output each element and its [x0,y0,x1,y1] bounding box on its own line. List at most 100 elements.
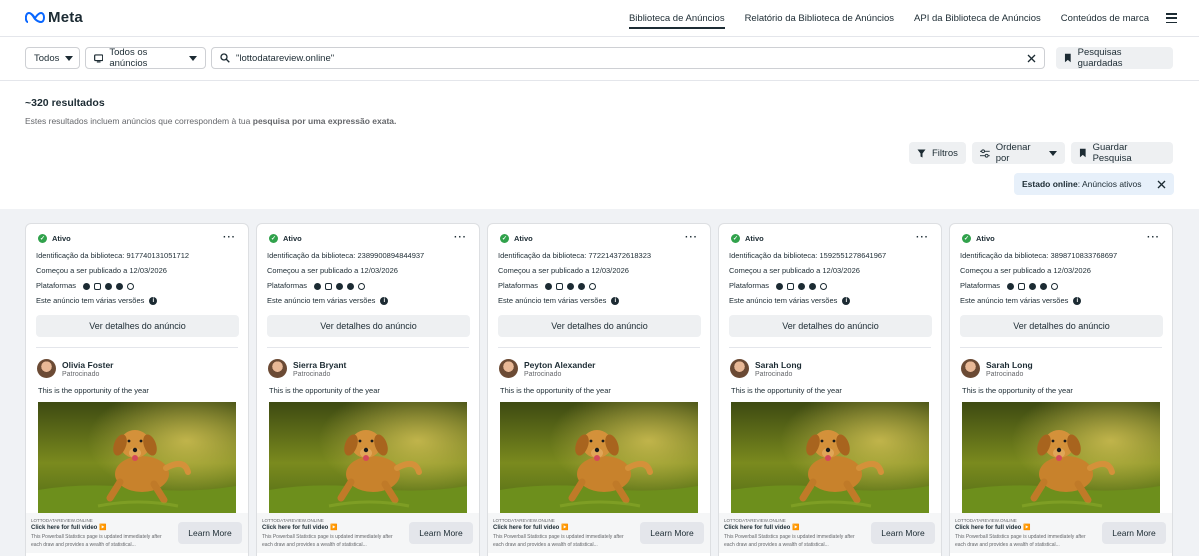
divider [960,347,1162,348]
running-dog-image [731,402,929,513]
link-title: Click here for full video ▶️ [31,525,107,531]
sort-button[interactable]: Ordenar por [972,142,1065,164]
advertiser-name[interactable]: Sarah Long [986,360,1033,370]
check-circle-icon: ✓ [731,234,740,243]
running-dog-image [962,402,1160,513]
threads-icon [127,282,135,290]
more-options-icon[interactable]: ··· [685,232,698,243]
caret-down-icon [1049,150,1057,156]
ad-image[interactable] [731,402,929,513]
versions-note: Este anúncio tem várias versões i [267,296,389,306]
saved-searches-button[interactable]: Pesquisas guardadas [1056,47,1173,69]
link-domain: LOTTODATAREVIEW.ONLINE [724,518,786,523]
view-ad-details-button[interactable]: Ver detalhes do anúncio [729,315,932,337]
sponsored-label: Patrocinado [986,370,1024,378]
advertiser-name[interactable]: Olivia Foster [62,360,114,370]
view-ad-details-button[interactable]: Ver detalhes do anúncio [267,315,470,337]
ad-image[interactable] [38,402,236,513]
filters-button[interactable]: Filtros [909,142,966,164]
ad-link-preview[interactable]: LOTTODATAREVIEW.ONLINE Click here for fu… [950,513,1172,553]
results-note: Estes resultados incluem anúncios que co… [25,116,396,126]
menu-icon[interactable] [1166,13,1177,23]
more-options-icon[interactable]: ··· [1147,232,1160,243]
advertiser-name[interactable]: Sarah Long [755,360,802,370]
info-icon[interactable]: i [611,297,620,306]
audience-network-icon [567,282,575,290]
filter-chip-value: : Anúncios ativos [1077,179,1142,189]
link-description: This Powerball Statistics page is update… [31,534,162,548]
link-title: Click here for full video ▶️ [955,525,1031,531]
link-description: This Powerball Statistics page is update… [262,534,393,548]
start-date: Começou a ser publicado a 12/03/2026 [36,266,167,275]
search-icon [220,53,230,63]
link-description: This Powerball Statistics page is update… [493,534,624,548]
close-icon[interactable] [1157,180,1166,189]
country-dropdown-label: Todos [34,52,60,64]
search-input[interactable] [236,52,1021,64]
instagram-icon [94,282,102,290]
library-id: Identificação da biblioteca: 91774013105… [36,251,189,260]
ad-link-preview[interactable]: LOTTODATAREVIEW.ONLINE Click here for fu… [488,513,710,553]
library-id: Identificação da biblioteca: 15925512786… [729,251,886,260]
status-badge: ✓ Ativo [38,234,71,243]
status-label: Ativo [52,234,71,243]
nav-link-ad-library-report[interactable]: Relatório da Biblioteca de Anúncios [745,0,894,37]
info-icon[interactable]: i [149,297,158,306]
versions-label: Este anúncio tem várias versões [729,296,838,305]
link-domain: LOTTODATAREVIEW.ONLINE [262,518,324,523]
learn-more-button[interactable]: Learn More [178,522,242,544]
learn-more-button[interactable]: Learn More [409,522,473,544]
info-icon[interactable]: i [1073,297,1082,306]
versions-note: Este anúncio tem várias versões i [960,296,1082,306]
nav-link-ad-library-api[interactable]: API da Biblioteca de Anúncios [914,0,1041,37]
learn-more-button[interactable]: Learn More [1102,522,1166,544]
platform-icons [776,282,828,290]
filter-chip-text: Estado online: Anúncios ativos [1022,179,1142,189]
instagram-icon [787,282,795,290]
advertiser: Peyton Alexander Patrocinado [499,359,596,378]
ad-type-dropdown-label: Todos os anúncios [109,47,148,69]
country-dropdown[interactable]: Todos [25,47,80,69]
advertiser-name[interactable]: Sierra Bryant [293,360,346,370]
view-ad-details-button[interactable]: Ver detalhes do anúncio [960,315,1163,337]
more-options-icon[interactable]: ··· [454,232,467,243]
more-options-icon[interactable]: ··· [916,232,929,243]
info-icon[interactable]: i [380,297,389,306]
platforms-row: Plataformas [36,281,135,290]
learn-more-button[interactable]: Learn More [871,522,935,544]
avatar[interactable] [961,359,980,378]
info-icon[interactable]: i [842,297,851,306]
meta-logo[interactable]: Meta [25,9,83,26]
avatar[interactable] [268,359,287,378]
ad-type-dropdown[interactable]: Todos os anúncios [85,47,206,69]
ad-image[interactable] [500,402,698,513]
nav-link-branded-content[interactable]: Conteúdos de marca [1061,0,1149,37]
view-ad-details-button[interactable]: Ver detalhes do anúncio [36,315,239,337]
view-ad-details-button[interactable]: Ver detalhes do anúncio [498,315,701,337]
start-date: Começou a ser publicado a 12/03/2026 [267,266,398,275]
avatar[interactable] [730,359,749,378]
link-domain: LOTTODATAREVIEW.ONLINE [493,518,555,523]
library-id: Identificação da biblioteca: 23899008948… [267,251,424,260]
filter-chip-label: Estado online [1022,179,1078,189]
ad-link-preview[interactable]: LOTTODATAREVIEW.ONLINE Click here for fu… [257,513,479,553]
clear-icon[interactable] [1027,54,1036,63]
nav-link-ad-library[interactable]: Biblioteca de Anúncios [628,0,725,37]
library-id-value: 3898710833768697 [1050,251,1118,260]
divider [36,347,238,348]
ad-image[interactable] [269,402,467,513]
advertiser-name[interactable]: Peyton Alexander [524,360,596,370]
save-search-button[interactable]: Guardar Pesquisa [1071,142,1173,164]
avatar[interactable] [37,359,56,378]
ad-card: ✓ Ativo ··· Identificação da biblioteca:… [25,223,249,556]
divider [729,347,931,348]
learn-more-button[interactable]: Learn More [640,522,704,544]
versions-label: Este anúncio tem várias versões [36,296,145,305]
ad-link-preview[interactable]: LOTTODATAREVIEW.ONLINE Click here for fu… [719,513,941,553]
avatar[interactable] [499,359,518,378]
library-id-value: 772214372618323 [588,251,652,260]
library-id-label: Identificação da biblioteca: [729,251,820,260]
ad-link-preview[interactable]: LOTTODATAREVIEW.ONLINE Click here for fu… [26,513,248,553]
ad-image[interactable] [962,402,1160,513]
more-options-icon[interactable]: ··· [223,232,236,243]
